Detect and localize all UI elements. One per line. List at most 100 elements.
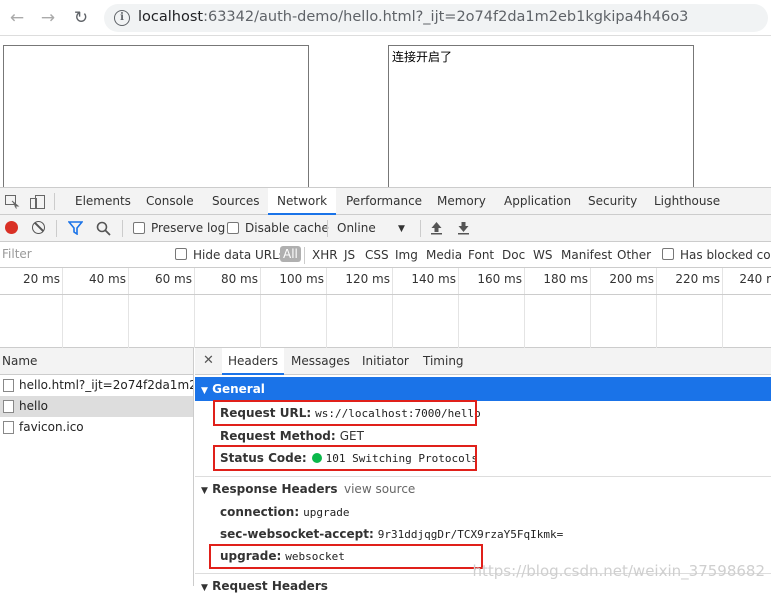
timeline-gridline <box>458 268 459 348</box>
hide-data-urls-checkbox[interactable] <box>175 248 187 260</box>
info-icon[interactable]: i <box>114 10 130 26</box>
request-method-row: Request Method: GET <box>220 426 364 446</box>
reload-icon[interactable]: ↻ <box>70 7 92 29</box>
file-icon <box>3 379 14 392</box>
filter-type-xhr[interactable]: XHR <box>312 248 338 262</box>
timeline-tick-label: 200 ms <box>609 272 654 286</box>
highlight-box <box>209 544 483 569</box>
disable-cache-label: Disable cache <box>245 221 329 235</box>
record-icon[interactable] <box>5 221 18 234</box>
url-text[interactable]: localhost:63342/auth-demo/hello.html?_ij… <box>138 9 688 25</box>
separator <box>420 220 421 237</box>
clear-icon[interactable] <box>32 221 45 234</box>
filter-type-css[interactable]: CSS <box>365 248 389 262</box>
filter-type-all[interactable]: All <box>280 246 301 262</box>
has-blocked-cookies-checkbox[interactable] <box>662 248 674 260</box>
request-row[interactable]: hello <box>0 396 193 417</box>
request-name: hello <box>19 399 48 413</box>
header-row-sec-websocket-accept: sec-websocket-accept: 9r31ddjqgDr/TCX9rza… <box>220 524 563 544</box>
timeline-tick-label: 120 ms <box>345 272 390 286</box>
timeline-gridline <box>62 268 63 348</box>
separator <box>304 247 305 264</box>
message-textarea[interactable] <box>3 45 309 190</box>
filter-type-other[interactable]: Other <box>617 248 651 262</box>
header-value: 9r31ddjqgDr/TCX9rzaY5FqIkmk= <box>377 528 564 541</box>
tab-initiator[interactable]: Initiator <box>362 348 409 375</box>
request-name: favicon.ico <box>19 420 84 434</box>
url-host: localhost <box>138 9 204 25</box>
general-title: General <box>212 382 265 396</box>
separator <box>327 220 328 237</box>
hide-data-urls-label: Hide data URLs <box>193 248 286 262</box>
import-har-icon[interactable] <box>430 221 443 238</box>
preserve-log-checkbox[interactable] <box>133 222 145 234</box>
device-toolbar-icon[interactable] <box>30 195 45 209</box>
filter-type-doc[interactable]: Doc <box>502 248 525 262</box>
disable-cache-checkbox[interactable] <box>227 222 239 234</box>
tab-headers[interactable]: Headers <box>222 348 284 375</box>
tab-performance[interactable]: Performance <box>346 188 422 215</box>
export-har-icon[interactable] <box>457 221 470 238</box>
search-icon[interactable] <box>96 221 111 239</box>
triangle-down-icon: ▼ <box>201 486 208 496</box>
forward-icon[interactable]: → <box>37 7 59 29</box>
general-section-header[interactable]: ▼ General <box>195 377 771 401</box>
request-row[interactable]: favicon.ico <box>0 417 193 438</box>
address-bar[interactable]: i localhost:63342/auth-demo/hello.html?_… <box>104 4 768 32</box>
filter-input[interactable]: Filter <box>0 246 162 264</box>
filter-type-ws[interactable]: WS <box>533 248 552 262</box>
detail-tabbar: ✕ Headers Messages Initiator Timing <box>195 348 771 375</box>
tab-security[interactable]: Security <box>588 188 637 215</box>
timeline-tick-label: 40 ms <box>88 272 126 286</box>
devtools-tabbar: Elements Console Sources Network Perform… <box>0 187 771 215</box>
tab-lighthouse[interactable]: Lighthouse <box>654 188 720 215</box>
request-row[interactable]: hello.html?_ijt=2o74f2da1m2eb1kgkipa4h46… <box>0 375 193 396</box>
filter-type-img[interactable]: Img <box>395 248 418 262</box>
tab-messages[interactable]: Messages <box>291 348 350 375</box>
back-icon[interactable]: ← <box>6 7 28 29</box>
chevron-down-icon[interactable]: ▼ <box>398 224 405 234</box>
tab-elements[interactable]: Elements <box>75 188 131 215</box>
filter-type-manifest[interactable]: Manifest <box>561 248 612 262</box>
timeline-tick-label: 160 ms <box>477 272 522 286</box>
response-headers-title: Response Headers <box>212 482 338 496</box>
tab-sources[interactable]: Sources <box>212 188 259 215</box>
tab-memory[interactable]: Memory <box>437 188 486 215</box>
filter-icon[interactable] <box>67 221 84 238</box>
tab-timing[interactable]: Timing <box>423 348 464 375</box>
timeline-gridline <box>524 268 525 348</box>
timeline-gridline <box>260 268 261 348</box>
request-method-label: Request Method: <box>220 429 336 443</box>
file-icon <box>3 421 14 434</box>
filter-type-font[interactable]: Font <box>468 248 494 262</box>
timeline-tick-label: 180 ms <box>543 272 588 286</box>
timeline-tick-label: 60 ms <box>154 272 192 286</box>
request-list: Name hello.html?_ijt=2o74f2da1m2eb1kgkip… <box>0 348 194 586</box>
throttling-select[interactable]: Online <box>337 221 376 235</box>
request-name: hello.html?_ijt=2o74f2da1m2eb1kgkipa4h46… <box>19 378 193 392</box>
inspect-icon[interactable] <box>5 195 20 209</box>
timeline-gridline <box>392 268 393 348</box>
file-icon <box>3 400 14 413</box>
separator <box>56 220 57 237</box>
network-overview-timeline[interactable]: 20 ms 40 ms 60 ms 80 ms 100 ms 120 ms 14… <box>0 268 771 348</box>
tab-application[interactable]: Application <box>504 188 571 215</box>
tab-console[interactable]: Console <box>146 188 194 215</box>
view-source-link[interactable]: view source <box>344 477 415 501</box>
status-textarea[interactable]: 连接开启了 <box>388 45 694 190</box>
has-blocked-cookies-label: Has blocked cook <box>680 248 771 262</box>
timeline-tick-label: 240 r <box>739 272 771 286</box>
response-headers-section-header[interactable]: ▼ Response Headers view source <box>195 476 771 500</box>
request-method-value: GET <box>339 429 364 443</box>
request-headers-title: Request Headers <box>212 579 328 593</box>
network-toolbar: Preserve log Disable cache Online ▼ <box>0 215 771 242</box>
highlight-box <box>213 445 477 471</box>
name-column-header[interactable]: Name <box>0 348 193 375</box>
browser-toolbar: ← → ↻ i localhost:63342/auth-demo/hello.… <box>0 0 771 36</box>
header-name: sec-websocket-accept: <box>220 527 374 541</box>
close-icon[interactable]: ✕ <box>203 348 214 374</box>
tab-network[interactable]: Network <box>268 188 337 215</box>
filter-type-js[interactable]: JS <box>344 248 355 262</box>
timeline-gridline <box>326 268 327 348</box>
filter-type-media[interactable]: Media <box>426 248 462 262</box>
